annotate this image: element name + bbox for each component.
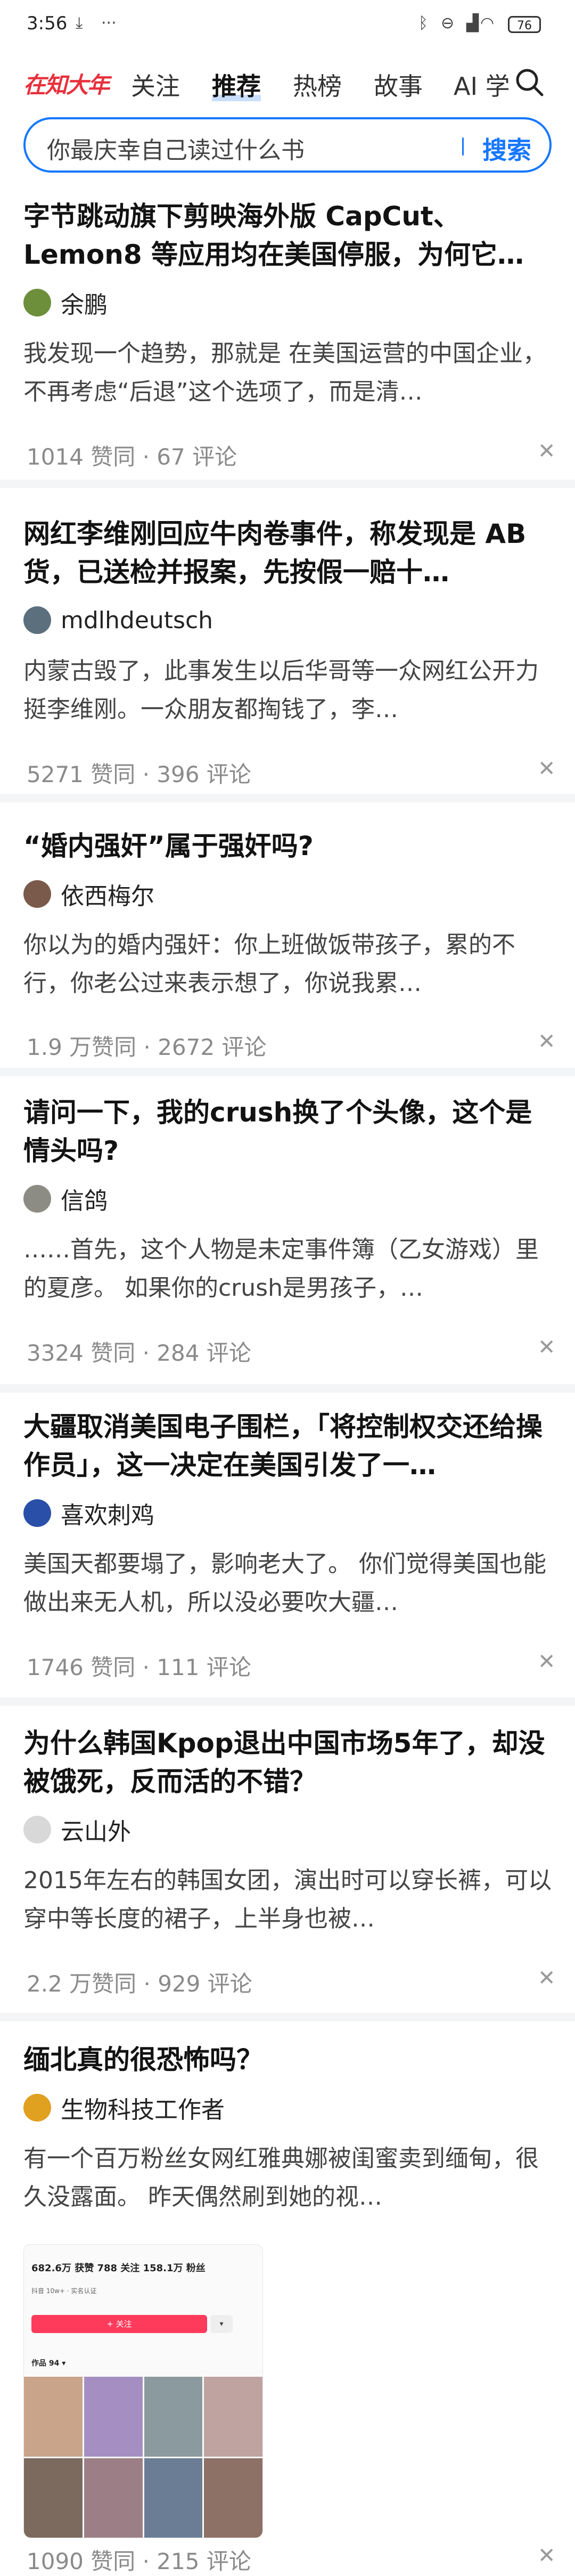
avatar <box>23 2094 51 2122</box>
card-meta: 1090 赞同 · 215 评论 <box>27 2548 251 2574</box>
photo-thumbnail <box>24 2458 83 2538</box>
wifi-icon: ◠ <box>480 14 495 32</box>
top-tab-bar: 在知大年 关注 推荐 热榜 故事 AI 学 <box>0 59 575 112</box>
bluetooth-icon: ᛒ <box>418 14 428 32</box>
card-meta: 3324 赞同 · 284 评论 <box>27 1340 251 1366</box>
search-box[interactable]: 你最庆幸自己读过什么书 搜索 <box>23 117 552 173</box>
card-excerpt[interactable]: 我发现一个趋势，那就是 在美国运营的中国企业，不再考虑“后退”这个选项了，而是清… <box>23 335 552 411</box>
divider <box>0 1697 575 1706</box>
status-time: 3:56 <box>27 13 68 34</box>
search-divider <box>462 137 464 156</box>
card-excerpt[interactable]: 美国天都要塌了，影响老大了。 你们觉得美国也能做出来无人机，所以没必要吹大疆… <box>23 1545 552 1622</box>
author-name: 余鹏 <box>61 291 108 319</box>
card-meta: 2.2 万赞同 · 929 评论 <box>27 1971 252 1997</box>
dnd-icon: ⊖ <box>441 14 455 32</box>
close-icon[interactable]: ✕ <box>538 1966 556 1990</box>
photo-thumbnail <box>84 2458 143 2538</box>
card-author[interactable]: 依西梅尔 <box>23 878 154 910</box>
card-title[interactable]: “婚内强奸”属于强奸吗? <box>23 827 552 865</box>
card-meta: 1746 赞同 · 111 评论 <box>27 1654 251 1680</box>
card-title[interactable]: 为什么韩国Kpop退出中国市场5年了，却没被饿死，反而活的不错？ <box>23 1724 552 1801</box>
card-title[interactable]: 字节跳动旗下剪映海外版 CapCut、Lemon8 等应用均在美国停服，为何它… <box>23 197 552 274</box>
card-excerpt[interactable]: ……首先，这个人物是未定事件簿（乙女游戏）里的夏彦。 如果你的crush是男孩子… <box>23 1231 552 1307</box>
more-dots-icon: ··· <box>101 14 117 32</box>
chevron-down-icon: ▾ <box>210 2315 233 2333</box>
author-name: 生物科技工作者 <box>61 2096 225 2124</box>
card-meta: 1.9 万赞同 · 2672 评论 <box>27 1034 267 1060</box>
author-name: 依西梅尔 <box>61 883 154 910</box>
close-icon[interactable]: ✕ <box>538 1335 556 1360</box>
search-button[interactable]: 搜索 <box>482 131 531 166</box>
divider <box>0 480 575 488</box>
card-excerpt[interactable]: 内蒙古毁了，此事发生以后华哥等一众网红公开力挺李维刚。一众朋友都掏钱了，李… <box>23 652 552 729</box>
divider <box>0 1068 575 1076</box>
tab-hot[interactable]: 热榜 <box>293 67 342 102</box>
card-image[interactable]: 682.6万 获赞 788 关注 158.1万 粉丝 抖音 10w+ · 实名认… <box>23 2244 263 2538</box>
card-title[interactable]: 请问一下，我的crush换了个头像，这个是情头吗? <box>23 1093 552 1170</box>
status-bar: 3:56 ⤓ ··· ᛒ ⊖ ▟ ◠ 76 <box>0 0 575 53</box>
close-icon[interactable]: ✕ <box>538 1649 556 1674</box>
tab-story[interactable]: 故事 <box>374 67 423 102</box>
card-author[interactable]: 喜欢刺鸡 <box>23 1497 154 1529</box>
card-author[interactable]: 生物科技工作者 <box>23 2092 225 2124</box>
card-author[interactable]: 余鹏 <box>23 287 108 319</box>
divider <box>0 1384 575 1393</box>
close-icon[interactable]: ✕ <box>538 757 556 781</box>
search-icon[interactable] <box>513 66 545 98</box>
tab-recommend[interactable]: 推荐 <box>212 67 261 102</box>
avatar <box>23 880 51 908</box>
card-title[interactable]: 网红李维刚回应牛肉卷事件，称发现是 AB 货，已送检并报案，先按假一赔十… <box>23 515 552 591</box>
photo-thumbnail <box>144 2377 203 2457</box>
close-icon[interactable]: ✕ <box>538 439 556 464</box>
close-icon[interactable]: ✕ <box>538 2544 556 2568</box>
profile-subline: 抖音 10w+ · 实名认证 <box>31 2287 97 2295</box>
card-title[interactable]: 缅北真的很恐怖吗？ <box>23 2041 552 2079</box>
profile-stats: 682.6万 获赞 788 关注 158.1万 粉丝 <box>31 2263 206 2274</box>
card-title[interactable]: 大疆取消美国电子围栏，「将控制权交还给操作员」，这一决定在美国引发了一… <box>23 1408 552 1484</box>
tab-follow[interactable]: 关注 <box>131 67 180 102</box>
photo-thumbnail <box>84 2377 143 2457</box>
photo-thumbnail <box>24 2377 83 2457</box>
avatar <box>23 1499 51 1527</box>
tab-ai[interactable]: AI 学 <box>454 67 510 102</box>
works-tab: 作品 94 ▾ <box>31 2359 66 2368</box>
avatar <box>23 1816 51 1843</box>
avatar <box>23 289 51 316</box>
photo-thumbnail <box>204 2458 262 2538</box>
divider <box>0 2013 575 2021</box>
card-author[interactable]: mdlhdeutsch <box>23 604 213 636</box>
card-author[interactable]: 云山外 <box>23 1814 131 1846</box>
avatar <box>23 1185 51 1213</box>
signal-icon: ▟ <box>466 14 479 32</box>
thumbnail-grid <box>24 2377 262 2538</box>
follow-button: + 关注 <box>31 2315 207 2333</box>
author-name: 喜欢刺鸡 <box>61 1502 154 1529</box>
search-input[interactable]: 你最庆幸自己读过什么书 <box>47 131 305 165</box>
card-excerpt[interactable]: 2015年左右的韩国女团，演出时可以穿长裤，可以穿中等长度的裙子，上半身也被… <box>23 1862 552 1938</box>
divider <box>0 794 575 802</box>
avatar <box>23 606 51 634</box>
battery-icon: 76 <box>508 16 541 33</box>
card-author[interactable]: 信鸽 <box>23 1183 108 1215</box>
photo-thumbnail <box>204 2377 262 2457</box>
author-name: 云山外 <box>61 1818 131 1846</box>
card-meta: 5271 赞同 · 396 评论 <box>27 761 251 787</box>
card-excerpt[interactable]: 你以为的婚内强奸：你上班做饭带孩子，累的不行，你老公过来表示想了，你说我累… <box>23 926 552 1003</box>
card-meta: 1014 赞同 · 67 评论 <box>27 444 237 470</box>
author-name: 信鸽 <box>61 1188 108 1215</box>
author-name: mdlhdeutsch <box>61 606 213 634</box>
close-icon[interactable]: ✕ <box>538 1029 556 1054</box>
brand-logo[interactable]: 在知大年 <box>23 67 110 100</box>
download-icon: ⤓ <box>76 14 83 32</box>
photo-thumbnail <box>144 2458 203 2538</box>
card-excerpt[interactable]: 有一个百万粉丝女网红雅典娜被闺蜜卖到缅甸，很久没露面。 昨天偶然刷到她的视… <box>23 2140 552 2216</box>
